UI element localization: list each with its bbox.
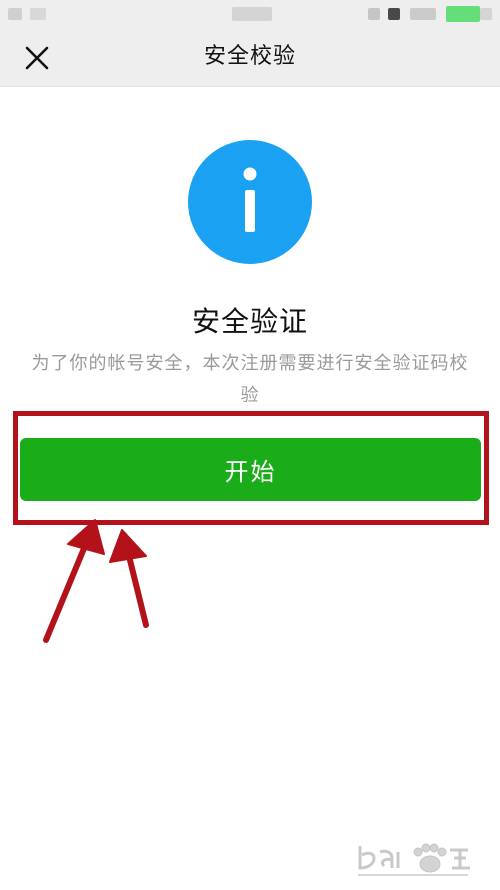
clock-icon <box>232 7 272 21</box>
signal-icon <box>8 8 22 20</box>
charging-icon <box>480 8 492 20</box>
location-icon <box>368 8 380 20</box>
page-title: 安全校验 <box>203 44 296 69</box>
description: 为了你的帐号安全，本次注册需要进行安全验证码校验 <box>31 353 469 406</box>
alarm-icon <box>388 8 400 20</box>
carrier-icon <box>30 8 46 20</box>
info-icon <box>188 140 312 264</box>
bluetooth-icon <box>410 8 436 20</box>
heading: 安全验证 <box>191 305 308 338</box>
arrow-left <box>43 519 105 643</box>
battery-icon <box>446 6 480 22</box>
start-button[interactable]: 开始 <box>20 438 481 501</box>
arrow-right <box>109 529 149 628</box>
annotation-arrows <box>43 519 149 643</box>
status-bar <box>0 0 500 28</box>
nav-bar: 安全校验 <box>0 28 500 87</box>
baidu-jingyan-watermark <box>358 843 470 876</box>
